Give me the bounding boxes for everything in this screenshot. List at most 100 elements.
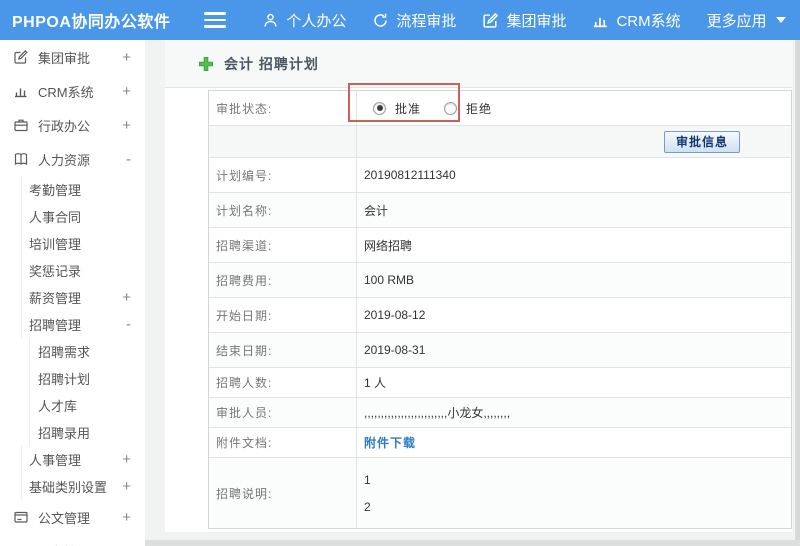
collapse-icon[interactable]: - (126, 151, 145, 168)
radio-reject[interactable] (444, 101, 458, 115)
radio-approve-label[interactable]: 批准 (395, 100, 421, 117)
sidebar-item-考勤管理[interactable]: 考勤管理 (21, 176, 145, 203)
sidebar-item-行政办公[interactable]: 行政办公 + (0, 108, 145, 142)
approval-button-row: 审批信息 (209, 126, 791, 158)
sidebar-item-CRM系统[interactable]: CRM系统 + (0, 74, 145, 108)
sidebar-menu: 集团审批 + CRM系统 + 行政办公 + 人力资源 - 考勤管理 人事合同 培训管理 奖惩记录 薪资管… (0, 40, 145, 546)
sidebar-item-label: 考勤管理 (29, 183, 82, 198)
sidebar-item-招聘录用[interactable]: 招聘录用 (29, 419, 145, 446)
app-logo: PHPOA协同办公软件 (12, 14, 171, 31)
vertical-scrollbar[interactable] (795, 40, 800, 546)
field-label: 招聘说明: (209, 458, 357, 528)
sidebar-item-label: 招聘需求 (38, 345, 91, 360)
panel-header: 会计 招聘计划 (165, 40, 792, 88)
sidebar-item-薪资管理[interactable]: 薪资管理 + (21, 284, 145, 311)
expand-icon[interactable]: + (122, 117, 145, 134)
content-panel: 会计 招聘计划 审批状态: 批准 拒绝 审批信息 计划编号: 201908121… (165, 40, 792, 532)
sidebar-item-label: 公文管理 (38, 510, 91, 526)
person-icon (262, 12, 279, 29)
sidebar-item-培训管理[interactable]: 培训管理 (21, 230, 145, 257)
bar-chart-icon (592, 12, 609, 29)
sidebar-item-奖惩记录[interactable]: 奖惩记录 (21, 257, 145, 284)
sidebar-item-label: 人事合同 (29, 210, 82, 225)
sidebar-item-集团审批[interactable]: 集团审批 + (0, 40, 145, 74)
field-value: 网络招聘 (364, 238, 413, 253)
sidebar-item-label: 人事管理 (29, 453, 82, 468)
expand-icon[interactable]: + (122, 478, 145, 495)
expand-icon[interactable]: + (122, 451, 145, 468)
expand-icon[interactable]: + (122, 509, 145, 526)
field-label: 计划编号: (209, 158, 357, 192)
approval-info-button[interactable]: 审批信息 (663, 130, 740, 153)
table-row: 招聘费用: 100 RMB (209, 263, 791, 298)
table-row: 审批人员: ,,,,,,,,,,,,,,,,,,,,,,,,,小龙女,,,,,,,… (209, 398, 791, 428)
sidebar-item-用车管理[interactable]: 用车管理+ (0, 534, 145, 546)
nav-group-approval[interactable]: 集团审批 (482, 10, 566, 31)
sidebar-item-label: CRM系统 (38, 84, 94, 100)
approval-status-row: 审批状态: 批准 拒绝 (209, 91, 791, 126)
table-row: 结束日期: 2019-08-31 (209, 333, 791, 368)
edit-square-icon (482, 12, 499, 29)
field-value: 1 人 (364, 376, 387, 390)
field-label: 招聘人数: (209, 368, 357, 397)
multiline-value: 12 (364, 473, 371, 514)
nav-more-apps[interactable]: 更多应用 (707, 10, 786, 31)
nav-item-label: 集团审批 (506, 12, 567, 30)
sidebar-item-招聘计划[interactable]: 招聘计划 (29, 365, 145, 392)
table-row: 招聘渠道: 网络招聘 (209, 228, 791, 263)
main-content: 会计 招聘计划 审批状态: 批准 拒绝 审批信息 计划编号: 201908121… (145, 40, 800, 546)
sidebar-item-人力资源[interactable]: 人力资源 - (0, 142, 145, 176)
value-line: 1 (364, 472, 371, 487)
sidebar-item-基础类别设置[interactable]: 基础类别设置 + (21, 473, 145, 500)
nav-personal-office[interactable]: 个人办公 (262, 10, 346, 31)
top-navigation: 个人办公 流程审批 集团审批 CRM系统 更多应用 (262, 10, 786, 31)
radio-reject-label[interactable]: 拒绝 (466, 100, 492, 117)
collapse-icon[interactable]: - (126, 316, 145, 333)
nav-workflow-approval[interactable]: 流程审批 (372, 10, 456, 31)
field-label: 招聘渠道: (209, 228, 357, 262)
table-row: 附件文档: 附件下载 (209, 428, 791, 458)
expand-icon[interactable]: + (122, 49, 145, 66)
table-row: 开始日期: 2019-08-12 (209, 298, 791, 333)
sidebar-item-公文管理[interactable]: 公文管理 + (0, 500, 145, 534)
nav-item-label: 更多应用 (706, 12, 767, 30)
sidebar-item-招聘管理[interactable]: 招聘管理 - (21, 311, 145, 338)
field-value: 批准 拒绝 (357, 91, 791, 125)
field-label: 计划名称: (209, 193, 357, 227)
field-value: 20190812111340 (364, 168, 456, 182)
caret-down-icon (775, 17, 786, 23)
nav-item-label: 流程审批 (396, 12, 457, 30)
horizontal-scrollbar[interactable] (145, 540, 800, 546)
sidebar: 集团审批 + CRM系统 + 行政办公 + 人力资源 - 考勤管理 人事合同 培训管理 奖惩记录 薪资管… (0, 40, 145, 546)
field-value: 2019-08-12 (364, 308, 426, 322)
field-label-empty (209, 126, 357, 157)
radio-approve[interactable] (373, 101, 386, 115)
field-value: ,,,,,,,,,,,,,,,,,,,,,,,,,小龙女,,,,,,,, (364, 406, 511, 420)
table-row: 计划名称: 会计 (209, 193, 791, 228)
field-label: 审批人员: (209, 398, 357, 427)
field-label: 招聘费用: (209, 263, 357, 297)
nav-item-label: 个人办公 (286, 12, 347, 30)
attachment-download-link[interactable]: 附件下载 (364, 434, 416, 451)
book-icon (13, 151, 30, 168)
hamburger-menu-icon[interactable] (204, 12, 227, 28)
detail-table-body: 计划编号: 20190812111340 计划名称: 会计 招聘渠道: 网络招聘 招聘费用:… (209, 158, 791, 528)
expand-icon[interactable]: + (122, 83, 145, 100)
field-value: 100 RMB (364, 273, 415, 287)
field-label: 结束日期: (209, 333, 357, 367)
sidebar-item-人才库[interactable]: 人才库 (29, 392, 145, 419)
table-row: 招聘人数: 1 人 (209, 368, 791, 398)
document-icon (13, 509, 30, 526)
sidebar-item-人事合同[interactable]: 人事合同 (21, 203, 145, 230)
sidebar-item-招聘需求[interactable]: 招聘需求 (29, 338, 145, 365)
approval-radio-group: 批准 拒绝 (373, 100, 506, 117)
sidebar-item-label: 基础类别设置 (29, 480, 108, 495)
value-line: 2 (364, 499, 371, 514)
nav-crm-system[interactable]: CRM系统 (592, 10, 681, 31)
sidebar-item-label: 人才库 (38, 399, 78, 414)
field-value: 附件下载 (357, 428, 791, 457)
expand-icon[interactable]: + (122, 543, 145, 546)
expand-icon[interactable]: + (122, 289, 145, 306)
sidebar-item-人事管理[interactable]: 人事管理 + (21, 446, 145, 473)
car-icon (13, 543, 30, 546)
